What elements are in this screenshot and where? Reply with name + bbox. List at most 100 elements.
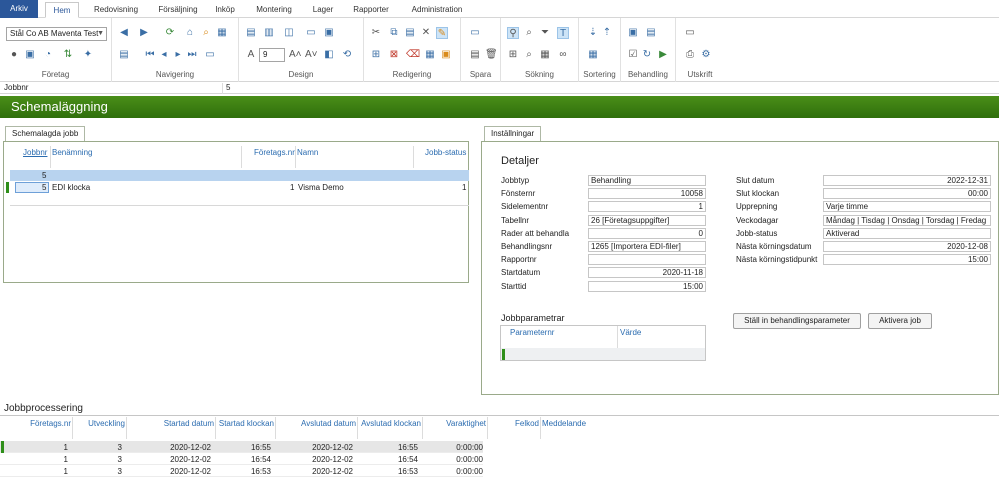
field-value[interactable]: Behandling bbox=[588, 175, 706, 186]
back-icon[interactable]: ◀ bbox=[118, 27, 130, 39]
table-cell[interactable]: 2020-12-02 bbox=[275, 443, 353, 452]
sort-asc-icon[interactable]: ⇣ bbox=[587, 27, 599, 39]
hide-icon[interactable]: ◫ bbox=[283, 27, 295, 39]
advanced-search-icon[interactable]: ▦ bbox=[539, 49, 551, 61]
col-header[interactable]: Meddelande bbox=[542, 419, 662, 428]
columns-icon[interactable]: ▥ bbox=[263, 27, 275, 39]
filter-icon[interactable]: ⏷ bbox=[539, 27, 551, 39]
last-record-icon[interactable]: ⏭ bbox=[186, 49, 198, 61]
binoculars-icon[interactable]: ⚲ bbox=[507, 27, 519, 39]
table-cell[interactable]: 2020-12-02 bbox=[275, 467, 353, 476]
save-close-icon[interactable]: ▤ bbox=[469, 49, 481, 61]
field-value[interactable]: 15:00 bbox=[588, 280, 706, 292]
window-icon[interactable]: ▭ bbox=[305, 27, 317, 39]
field-value[interactable]: Varje timme bbox=[823, 201, 991, 213]
home-icon[interactable]: ⌂ bbox=[184, 27, 196, 39]
new-window-icon[interactable]: ▭ bbox=[204, 49, 216, 61]
insert-row-icon[interactable]: ⊞ bbox=[370, 49, 382, 61]
field-value[interactable]: 2020-12-08 bbox=[823, 241, 991, 252]
table-cell[interactable]: 16:55 bbox=[357, 443, 418, 452]
save-icon[interactable]: ▭ bbox=[469, 27, 481, 39]
print-setup-icon[interactable]: ⚙ bbox=[700, 49, 712, 61]
layout-icon[interactable]: ▤ bbox=[245, 27, 257, 39]
tab-forsaljning[interactable]: Försäljning bbox=[150, 2, 206, 18]
tab-installningar[interactable]: Inställningar bbox=[484, 126, 542, 141]
color-icon[interactable]: ◧ bbox=[323, 49, 335, 61]
tab-rapporter[interactable]: Rapporter bbox=[347, 2, 395, 18]
user-icon[interactable]: ● bbox=[8, 49, 20, 61]
tab-administration[interactable]: Administration bbox=[403, 2, 471, 18]
font-icon[interactable]: A bbox=[245, 49, 257, 61]
set-process-parameter-button[interactable]: Ställ in behandlingsparameter bbox=[733, 313, 861, 329]
search-mode-icon[interactable]: T bbox=[557, 27, 569, 39]
filter-row[interactable] bbox=[10, 170, 469, 181]
field-value[interactable]: 0 bbox=[588, 227, 706, 239]
table-cell[interactable]: 2020-12-02 bbox=[126, 455, 211, 464]
current-field-value[interactable]: 5 bbox=[226, 83, 230, 93]
process-icon[interactable]: ▣ bbox=[627, 27, 639, 39]
print-preview-icon[interactable]: ▭ bbox=[684, 27, 696, 39]
first-record-icon[interactable]: ⏮ bbox=[144, 49, 156, 61]
wand-icon[interactable]: ✦ bbox=[82, 49, 94, 61]
col-jobb-status[interactable]: Jobb-status bbox=[425, 148, 466, 157]
col-header[interactable]: Varaktighet bbox=[422, 419, 486, 428]
col-jobbnr[interactable]: Jobbnr bbox=[23, 148, 47, 157]
col-varde[interactable]: Värde bbox=[620, 328, 641, 337]
company-icon[interactable]: ▣ bbox=[24, 49, 36, 61]
delete-icon[interactable]: ✕ bbox=[420, 27, 432, 39]
font-shrink-icon[interactable]: A˅ bbox=[305, 49, 318, 61]
grid-icon[interactable]: ▦ bbox=[216, 27, 228, 39]
discard-icon[interactable]: 🗑 bbox=[485, 49, 498, 61]
row-jobb-status[interactable]: 1 bbox=[462, 183, 466, 192]
forward-icon[interactable]: ▶ bbox=[138, 27, 150, 39]
field-value[interactable]: 15:00 bbox=[823, 254, 991, 266]
activate-job-button[interactable]: Aktivera job bbox=[868, 313, 932, 329]
chart-icon[interactable]: ◔ bbox=[42, 49, 54, 61]
sort-settings-icon[interactable]: ▦ bbox=[587, 49, 599, 61]
table-cell[interactable]: 1 bbox=[0, 443, 68, 452]
col-parameternr[interactable]: Parameternr bbox=[510, 328, 554, 337]
refresh-icon[interactable]: ⟳ bbox=[164, 27, 176, 39]
row-namn[interactable]: Visma Demo bbox=[298, 183, 344, 192]
table-cell[interactable]: 3 bbox=[72, 455, 122, 464]
tab-montering[interactable]: Montering bbox=[248, 2, 300, 18]
next-record-icon[interactable]: ▸ bbox=[172, 49, 184, 61]
col-header[interactable]: Startad klockan bbox=[215, 419, 274, 428]
table-cell[interactable]: 16:54 bbox=[357, 455, 418, 464]
col-foretagsnr[interactable]: Företags.nr bbox=[254, 148, 295, 157]
field-value[interactable]: 2020-11-18 bbox=[588, 267, 706, 279]
find-next-icon[interactable]: ⌕ bbox=[523, 27, 535, 39]
table-cell[interactable]: 2020-12-02 bbox=[275, 455, 353, 464]
cut-icon[interactable]: ✂ bbox=[370, 27, 382, 39]
note-icon[interactable]: ▣ bbox=[440, 49, 452, 61]
field-value[interactable]: Måndag | Tisdag | Onsdag | Torsdag | Fre… bbox=[823, 214, 991, 226]
table-cell[interactable]: 1 bbox=[0, 455, 68, 464]
table-icon[interactable]: ▤ bbox=[118, 49, 130, 61]
row-jobbnr[interactable]: 5 bbox=[42, 183, 46, 192]
field-value[interactable]: 1265 [Importera EDI-filer] bbox=[588, 241, 706, 252]
field-value[interactable]: 00:00 bbox=[823, 188, 991, 200]
table-cell[interactable]: 0:00:00 bbox=[422, 467, 483, 476]
table-cell[interactable]: 0:00:00 bbox=[422, 443, 483, 452]
tab-lager[interactable]: Lager bbox=[307, 2, 339, 18]
table-cell[interactable]: 16:55 bbox=[215, 443, 271, 452]
col-header[interactable]: Avslutad datum bbox=[275, 419, 356, 428]
font-grow-icon[interactable]: A˄ bbox=[289, 49, 302, 61]
col-header[interactable]: Avslutad klockan bbox=[357, 419, 421, 428]
print-icon[interactable]: ⎙ bbox=[684, 49, 696, 61]
sort-icon[interactable]: ⇅ bbox=[62, 49, 74, 61]
table-cell[interactable]: 0:00:00 bbox=[422, 455, 483, 464]
prev-record-icon[interactable]: ◂ bbox=[158, 49, 170, 61]
field-value[interactable] bbox=[588, 254, 706, 266]
sort-desc-icon[interactable]: ⇡ bbox=[601, 27, 613, 39]
tab-redovisning[interactable]: Redovisning bbox=[88, 2, 144, 18]
company-select[interactable]: Stål Co AB Maventa Test ▼ bbox=[6, 27, 107, 41]
tab-hem[interactable]: Hem bbox=[45, 2, 79, 18]
table-cell[interactable]: 1 bbox=[0, 467, 68, 476]
checkbox-icon[interactable]: ☑ bbox=[627, 49, 639, 61]
col-header[interactable]: Startad datum bbox=[126, 419, 214, 428]
table-cell[interactable]: 3 bbox=[72, 467, 122, 476]
col-header[interactable]: Utveckling bbox=[72, 419, 125, 428]
font-size-input[interactable]: 9 bbox=[259, 48, 285, 62]
field-value[interactable]: 2022-12-31 bbox=[823, 175, 991, 186]
